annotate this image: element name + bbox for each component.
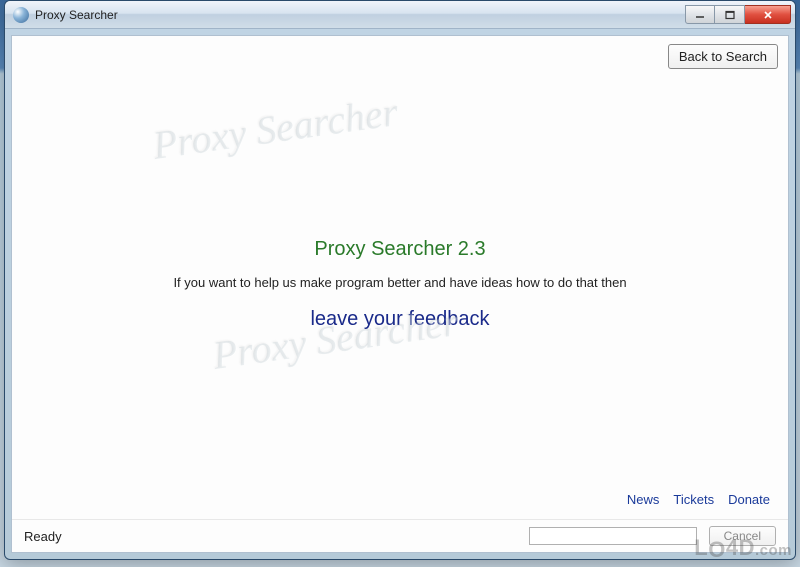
news-link[interactable]: News	[627, 492, 660, 507]
titlebar[interactable]: Proxy Searcher	[5, 1, 795, 29]
status-bar: Ready Cancel	[12, 519, 788, 552]
close-button[interactable]	[745, 5, 791, 24]
progress-bar	[529, 527, 697, 545]
help-text: If you want to help us make program bett…	[173, 275, 626, 290]
feedback-link[interactable]: leave your feedback	[310, 308, 489, 331]
window-title: Proxy Searcher	[35, 8, 685, 22]
cancel-button: Cancel	[709, 526, 776, 546]
status-text: Ready	[24, 529, 529, 544]
client-area: Back to Search Proxy Searcher Proxy Sear…	[11, 35, 789, 553]
maximize-button[interactable]	[715, 5, 745, 24]
back-to-search-button[interactable]: Back to Search	[668, 44, 778, 69]
donate-link[interactable]: Donate	[728, 492, 770, 507]
app-icon	[13, 7, 29, 23]
watermark-text: Proxy Searcher	[150, 88, 401, 169]
minimize-button[interactable]	[685, 5, 715, 24]
window-controls	[685, 5, 791, 24]
app-window: Proxy Searcher Back to Search Proxy Sear…	[4, 0, 796, 560]
main-content: Proxy Searcher Proxy Searcher Proxy Sear…	[12, 77, 788, 492]
top-bar: Back to Search	[12, 36, 788, 77]
tickets-link[interactable]: Tickets	[673, 492, 714, 507]
bottom-links: News Tickets Donate	[12, 492, 788, 519]
app-title: Proxy Searcher 2.3	[314, 238, 485, 261]
